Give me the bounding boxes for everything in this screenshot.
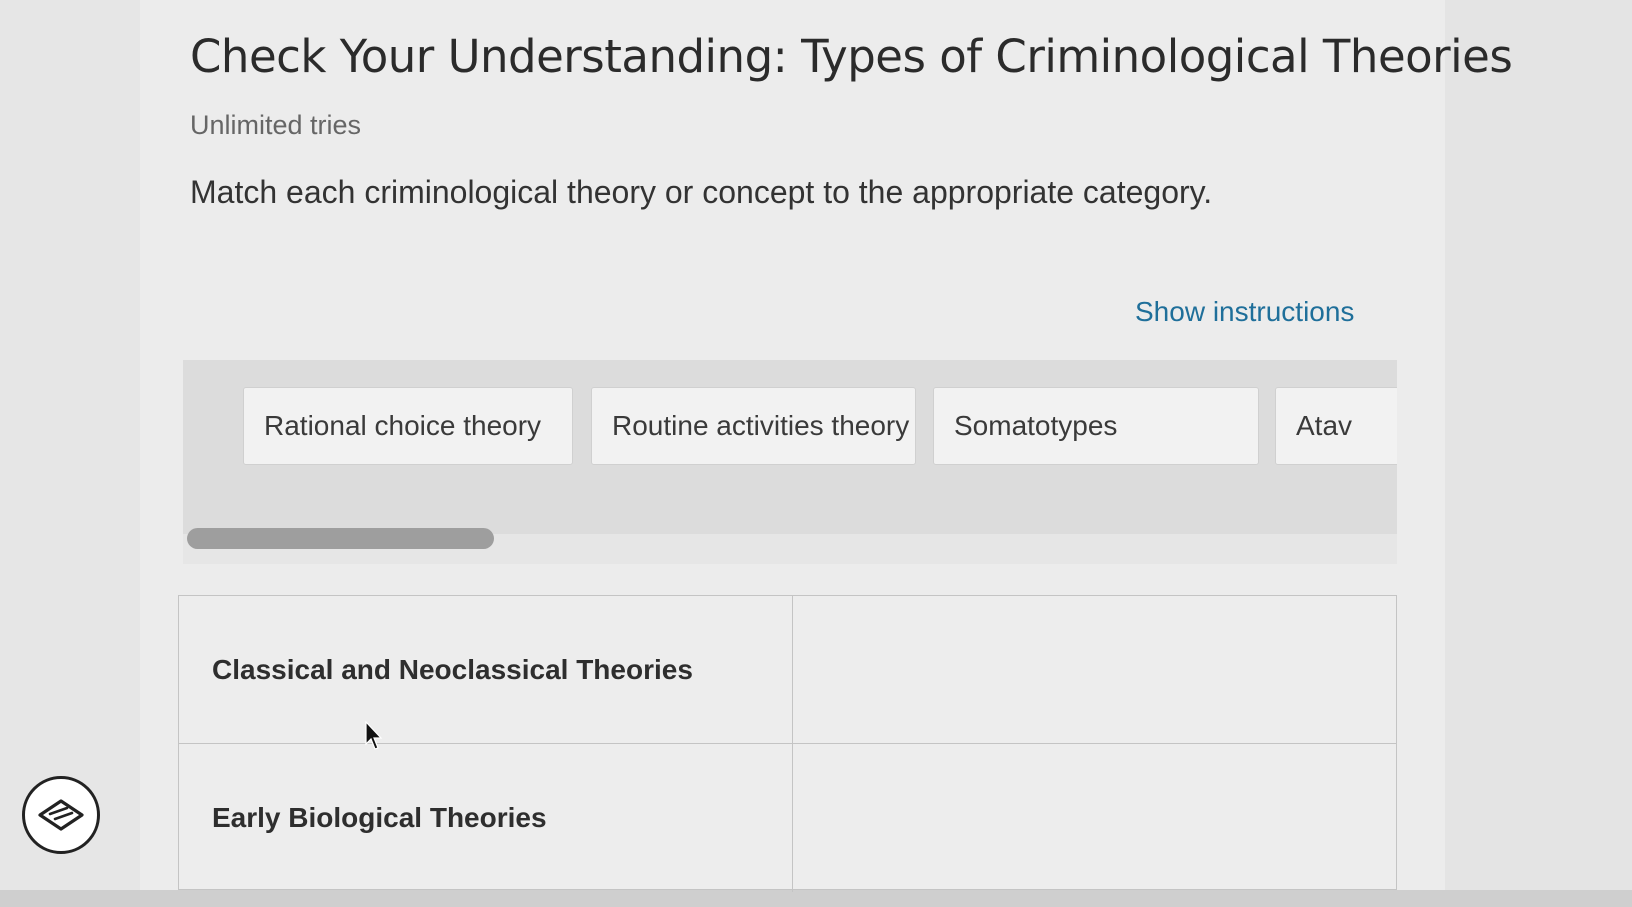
answer-chip-label: Rational choice theory xyxy=(264,410,542,441)
show-instructions-link[interactable]: Show instructions xyxy=(1135,296,1354,328)
drop-zone[interactable] xyxy=(793,744,1396,892)
matching-table: Classical and Neoclassical Theories Earl… xyxy=(178,595,1397,892)
drop-zone[interactable] xyxy=(793,596,1396,743)
answer-chip-label: Routine activities theory xyxy=(612,410,910,441)
answer-bank: Rational choice theory Routine activitie… xyxy=(183,360,1397,534)
table-row: Classical and Neoclassical Theories xyxy=(179,596,1396,744)
tries-label: Unlimited tries xyxy=(190,110,362,140)
bank-scrollbar-thumb[interactable] xyxy=(187,528,494,549)
left-gutter xyxy=(0,0,140,890)
answer-chip[interactable]: Somatotypes xyxy=(933,387,1259,465)
question-prompt: Match each criminological theory or conc… xyxy=(190,174,1213,210)
category-label: Classical and Neoclassical Theories xyxy=(179,596,793,743)
right-gutter xyxy=(1445,0,1632,890)
page-title: Check Your Understanding: Types of Crimi… xyxy=(190,30,1513,83)
answer-chip-label: Somatotypes xyxy=(954,410,1118,441)
answer-chip[interactable]: Rational choice theory xyxy=(243,387,573,465)
mouse-pointer-icon xyxy=(365,721,383,750)
answer-chip[interactable]: Routine activities theory xyxy=(591,387,916,465)
category-label: Early Biological Theories xyxy=(179,744,793,892)
answer-chip-label: Atav xyxy=(1296,410,1353,441)
table-row: Early Biological Theories xyxy=(179,744,1396,892)
eraser-icon[interactable] xyxy=(22,776,100,854)
answer-chip[interactable]: Atav xyxy=(1275,387,1397,465)
bottom-edge xyxy=(0,890,1632,907)
